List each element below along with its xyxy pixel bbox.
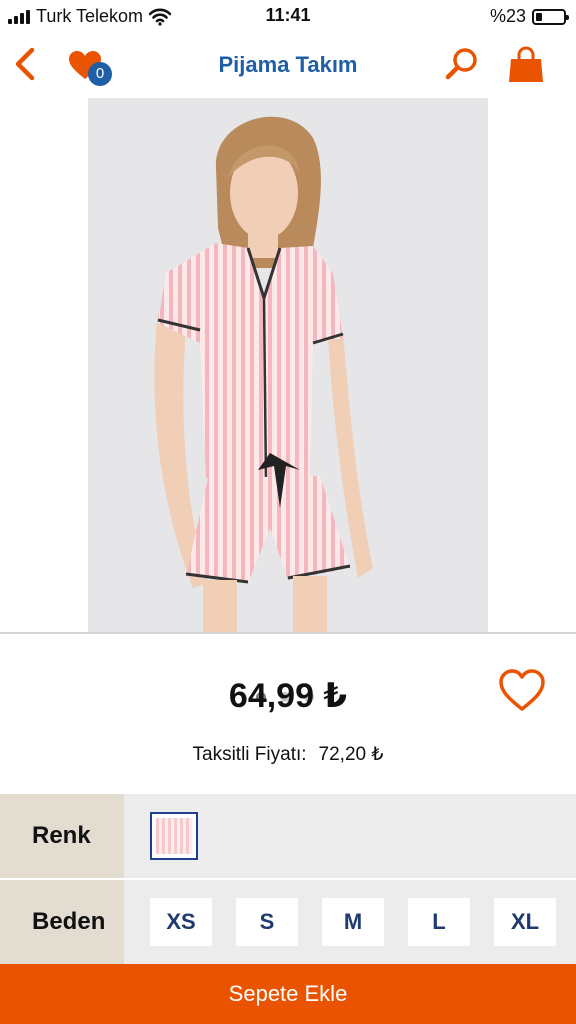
product-price: 64,99 ₺ [228,677,348,715]
battery-icon [532,8,569,25]
size-label: Beden [0,880,124,964]
navigation-bar: 0 Pijama Takım [0,32,576,98]
product-image[interactable] [88,98,488,632]
size-button-xl[interactable]: XL [494,898,556,946]
color-label: Renk [0,794,124,878]
size-button-xs[interactable]: XS [150,898,212,946]
status-bar: Turk Telekom 11:41 %23 [0,0,576,32]
product-gallery[interactable] [0,98,576,711]
installment-label: Taksitli Fiyatı: [192,744,307,765]
size-button-s[interactable]: S [236,898,298,946]
page-title: Pijama Takım [218,52,358,77]
shopping-bag-icon[interactable] [508,46,544,84]
divider [0,632,576,634]
size-option-row: Beden XS S M L XL [0,880,576,964]
product-illustration [88,98,488,632]
color-swatch[interactable] [150,812,198,860]
battery-fill [536,12,542,21]
size-button-l[interactable]: L [408,898,470,946]
installment-price: Taksitli Fiyatı: 72,20 ₺ [0,743,576,766]
color-option-row: Renk [0,794,576,878]
battery-percent: %23 [489,6,526,26]
add-to-cart-button[interactable]: Sepete Ekle [0,964,576,1024]
search-icon[interactable] [444,46,480,82]
status-right: %23 [489,6,569,27]
size-button-m[interactable]: M [322,898,384,946]
installment-value: 72,20 ₺ [318,744,384,765]
